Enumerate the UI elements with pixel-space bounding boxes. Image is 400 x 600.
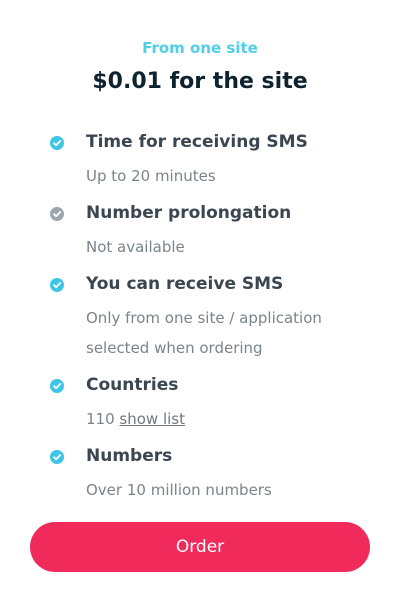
plan-subtitle: From one site — [142, 39, 258, 57]
feature-value: Up to 20 minutes — [86, 167, 216, 185]
countries-count: 110 — [86, 410, 115, 428]
check-circle-icon — [50, 207, 64, 221]
feature-title: Time for receiving SMS — [86, 132, 308, 152]
feature-title: Countries — [86, 375, 179, 395]
feature-value: Only from one site / application selecte… — [86, 303, 370, 363]
order-button[interactable]: Order — [30, 522, 370, 572]
tariff-card: From one site $0.01 for the site Time fo… — [0, 0, 400, 600]
check-circle-icon — [50, 136, 64, 150]
feature-value-line: Only from one site / application — [86, 309, 322, 327]
check-circle-icon — [50, 450, 64, 464]
feature-title: Number prolongation — [86, 203, 292, 223]
feature-value: Not available — [86, 238, 185, 256]
feature-value: 110 show list — [86, 404, 370, 434]
check-circle-icon — [50, 379, 64, 393]
feature-title: You can receive SMS — [86, 274, 284, 294]
feature-title: Numbers — [86, 446, 173, 466]
feature-value: Over 10 million numbers — [86, 481, 272, 499]
check-circle-icon — [50, 278, 64, 292]
plan-price-title: $0.01 for the site — [92, 69, 308, 94]
show-list-link[interactable]: show list — [119, 410, 185, 428]
feature-value-line: selected when ordering — [86, 339, 263, 357]
